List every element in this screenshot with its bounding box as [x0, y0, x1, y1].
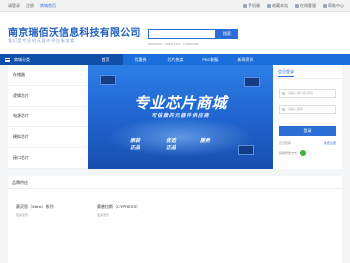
hero-banner[interactable]: 专业芯片商城 可信赖的元器件供应商 原装 正品 优选 正品 服务	[88, 65, 273, 169]
favorite-link[interactable]: 收藏本站	[267, 2, 288, 10]
star-icon	[267, 4, 271, 8]
banner-tag-service: 服务	[200, 138, 211, 144]
company-name[interactable]: 南京瑞佰沃信息科技有限公司	[8, 24, 141, 39]
free-register-link[interactable]: 免费注册	[324, 141, 336, 145]
sidebar-item-analog[interactable]: 模拟芯片 ›	[8, 127, 88, 149]
more-models-link[interactable]: 更多型号	[97, 213, 140, 217]
nav-item-hot-chips[interactable]: 芯片热卖	[158, 54, 193, 65]
chevron-right-icon: ›	[80, 72, 82, 78]
sidebar-item-power[interactable]: 电源芯片 ›	[8, 107, 88, 128]
chevron-right-icon: ›	[80, 93, 82, 99]
banner-tag-selected: 优选 正品	[166, 138, 177, 151]
home-link[interactable]: 商城首页	[40, 2, 56, 10]
username-field[interactable]: 请输入用户名/手机	[279, 89, 336, 98]
login-title: 会员登录	[273, 65, 342, 79]
category-menu-button[interactable]: 商城分类	[0, 54, 88, 65]
company-slogan: 我们是专业的元器件供应服务商	[8, 38, 76, 43]
nav-item-home[interactable]: 首页	[88, 54, 123, 65]
login-panel: 会员登录 请输入用户名/手机 请输入密码 登录 忘记密码 免费注册 其他登录方式	[273, 65, 342, 169]
register-link[interactable]: 注册	[26, 2, 34, 10]
help-link[interactable]: 帮助中心	[323, 2, 344, 10]
more-models-link[interactable]: 更多型号	[16, 213, 54, 217]
chevron-right-icon: ›	[80, 134, 82, 140]
nav-item-coupons[interactable]: 优惠券	[123, 54, 158, 65]
chat-icon	[295, 4, 299, 8]
banner-slogan: 可信赖的元器件供应商	[151, 113, 210, 119]
menu-icon	[5, 57, 10, 62]
user-icon	[282, 92, 285, 95]
chip-graphic	[238, 145, 254, 155]
password-field[interactable]: 请输入密码	[279, 105, 336, 114]
category-sidebar: 存储器 › 逻辑芯片 › 电源芯片 › 模拟芯片 › 接口芯片 ›	[8, 65, 88, 169]
chevron-right-icon: ›	[80, 155, 82, 161]
lock-icon	[282, 108, 285, 111]
chip-graphic	[100, 75, 116, 85]
brand-section-title: 品牌供应	[8, 176, 342, 189]
forgot-password-link[interactable]: 忘记密码	[279, 141, 291, 145]
nav-item-news[interactable]: 新闻资讯	[228, 54, 263, 65]
mobile-icon	[243, 4, 247, 8]
brand-card-xilinx[interactable]: 赛灵思（Xilinx）系列 更多型号	[16, 204, 54, 217]
main-nav: 商城分类 首页 优惠券 芯片热卖 PBC制板 新闻资讯	[0, 54, 350, 65]
help-icon	[323, 4, 327, 8]
other-login-label: 其他登录方式	[279, 151, 298, 155]
chip-graphic	[244, 77, 260, 87]
page: 请登录 注册 商城首页 手机端 收藏本站 在线客服 帮助中心 南京瑞佰沃信息科技…	[0, 0, 350, 263]
wechat-icon[interactable]	[300, 150, 307, 156]
mobile-link[interactable]: 手机端	[243, 2, 260, 10]
sidebar-item-memory[interactable]: 存储器 ›	[8, 65, 88, 86]
brand-section: 品牌供应 赛灵思（Xilinx）系列 更多型号 赛普拉斯（CYPRESS） 更多…	[8, 176, 342, 263]
chevron-right-icon: ›	[80, 113, 82, 119]
login-button[interactable]: 登录	[279, 126, 336, 136]
search-input[interactable]	[148, 29, 216, 39]
nav-item-pcb[interactable]: PBC制板	[193, 54, 228, 65]
hot-keywords[interactable]: EN80C607 · 6a54737F2 · LT2RPOM3	[148, 42, 199, 46]
service-link[interactable]: 在线客服	[295, 2, 316, 10]
header: 南京瑞佰沃信息科技有限公司 我们是专业的元器件供应服务商 搜索 EN80C607…	[0, 12, 350, 54]
sidebar-item-interface[interactable]: 接口芯片 ›	[8, 148, 88, 169]
top-bar: 请登录 注册 商城首页 手机端 收藏本站 在线客服 帮助中心	[0, 0, 350, 12]
banner-title: 专业芯片商城	[133, 95, 227, 112]
login-link[interactable]: 请登录	[8, 2, 20, 10]
sidebar-item-logic[interactable]: 逻辑芯片 ›	[8, 86, 88, 107]
search-button[interactable]: 搜索	[216, 29, 238, 39]
brand-card-cypress[interactable]: 赛普拉斯（CYPRESS） 更多型号	[97, 204, 140, 217]
banner-tag-genuine: 原装 正品	[130, 138, 141, 151]
